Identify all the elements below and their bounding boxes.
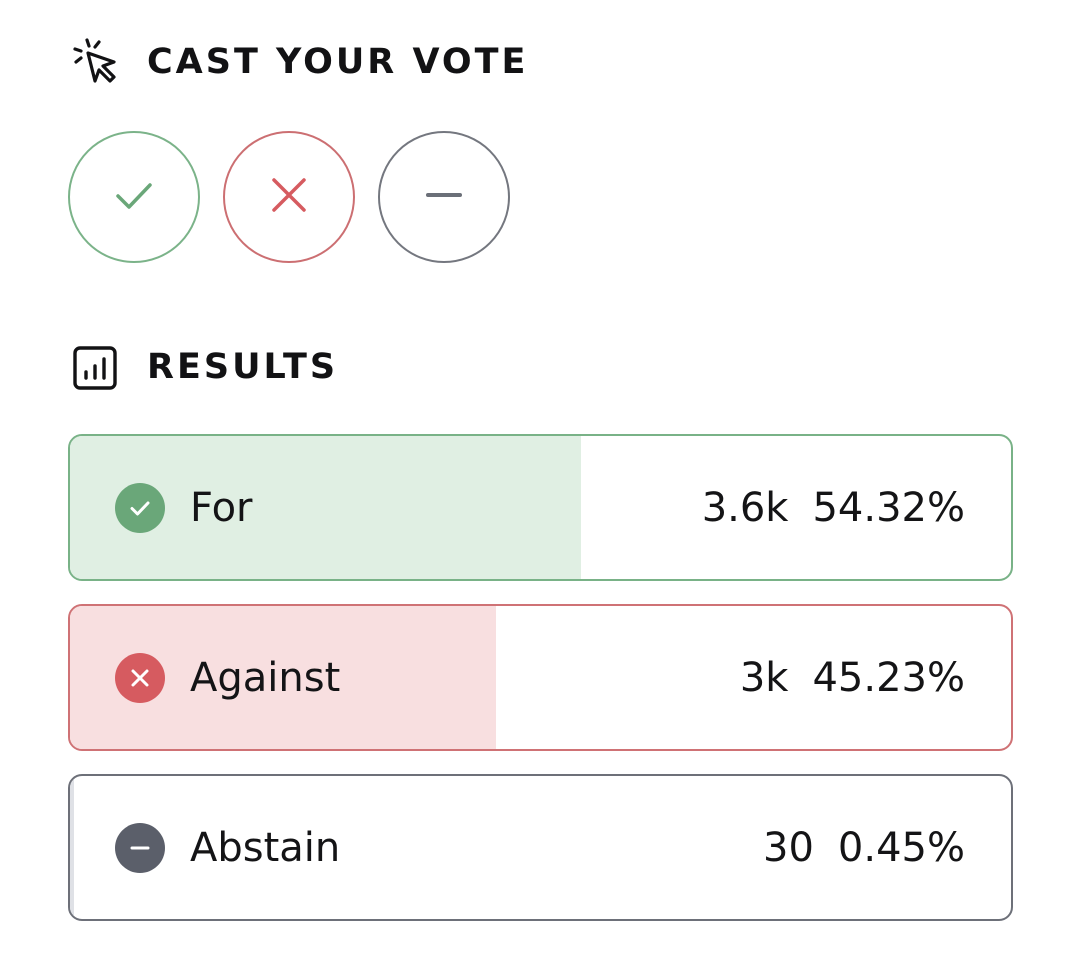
check-icon <box>112 173 156 221</box>
result-row-against: Against 3k 45.23% <box>68 604 1013 751</box>
results-header: RESULTS <box>70 339 338 395</box>
bar-chart-icon <box>70 342 120 392</box>
cast-vote-header: CAST YOUR VOTE <box>70 34 528 90</box>
check-circle-icon <box>115 482 165 533</box>
x-icon <box>269 175 309 219</box>
result-percent-for: 54.32% <box>812 484 965 531</box>
results-title: RESULTS <box>147 347 339 387</box>
x-circle-icon <box>115 652 165 703</box>
result-row-abstain: Abstain 30 0.45% <box>68 774 1013 921</box>
result-percent-abstain: 0.45% <box>837 824 965 871</box>
vote-buttons <box>68 131 510 263</box>
cursor-click-icon <box>70 37 120 87</box>
minus-icon <box>424 175 464 219</box>
result-count-abstain: 30 <box>763 824 814 871</box>
vote-abstain-button[interactable] <box>378 131 510 263</box>
result-label-for: For <box>190 484 253 531</box>
result-count-against: 3k <box>739 654 789 701</box>
vote-for-button[interactable] <box>68 131 200 263</box>
result-percent-against: 45.23% <box>812 654 965 701</box>
results-list: For 3.6k 54.32% Against 3k 45.23% Abstai… <box>68 434 1013 944</box>
result-label-abstain: Abstain <box>190 824 341 871</box>
minus-circle-icon <box>115 822 165 873</box>
vote-against-button[interactable] <box>223 131 355 263</box>
result-count-for: 3.6k <box>701 484 789 531</box>
cast-vote-title: CAST YOUR VOTE <box>147 42 529 82</box>
result-row-for: For 3.6k 54.32% <box>68 434 1013 581</box>
result-label-against: Against <box>190 654 341 701</box>
